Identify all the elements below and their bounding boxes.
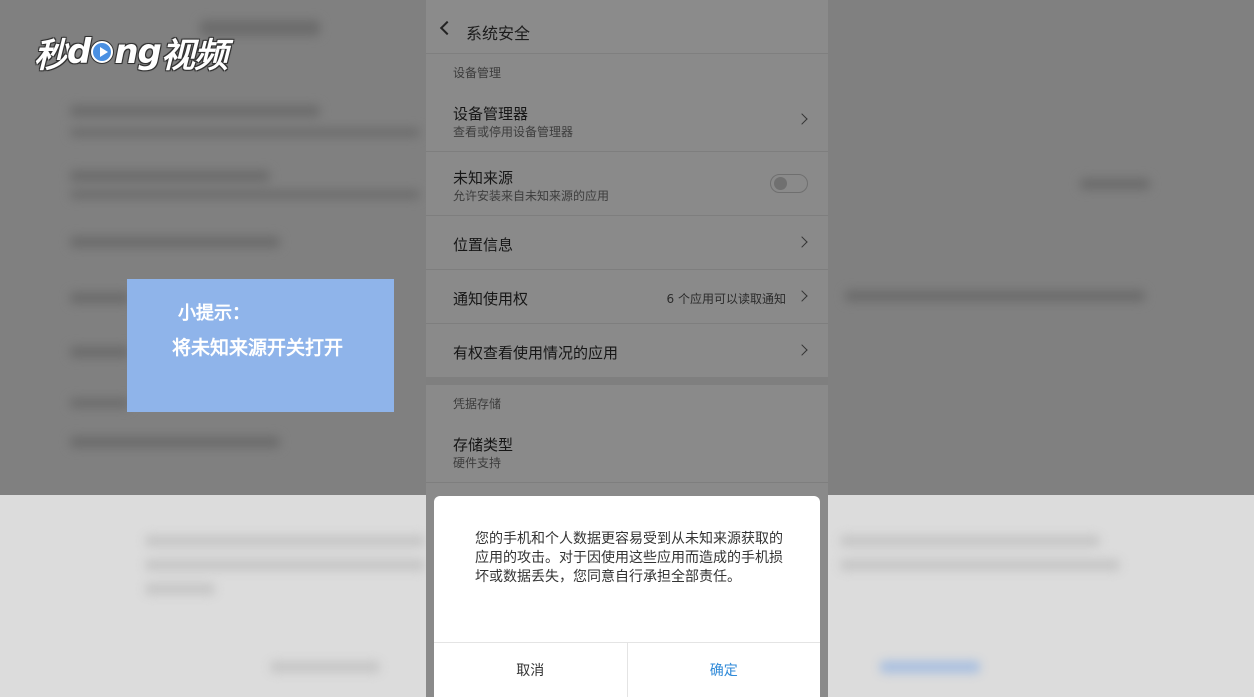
row-subtitle: 允许安装来自未知来源的应用 — [453, 189, 610, 203]
bg-line — [270, 661, 380, 673]
bg-line — [70, 236, 280, 248]
settings-row-storage-type[interactable]: 存储类型 硬件支持 — [426, 419, 828, 483]
dialog-message: 您的手机和个人数据更容易受到从未知来源获取的应用的攻击。对于因使用这些应用而造成… — [475, 531, 783, 585]
tip-text: 将未知来源开关打开 — [172, 337, 344, 359]
bg-line — [70, 128, 420, 137]
section-divider — [426, 377, 828, 385]
logo-text-suffix: 视频 — [160, 35, 228, 76]
bg-line — [70, 190, 420, 199]
bg-line — [145, 535, 425, 547]
settings-row-unknown-sources[interactable]: 未知来源 允许安装来自未知来源的应用 — [426, 152, 828, 216]
row-title: 有权查看使用情况的应用 — [453, 344, 619, 362]
bg-line — [70, 170, 270, 182]
bg-line — [840, 559, 1120, 571]
row-title: 未知来源 — [453, 169, 514, 187]
section-label-device-management: 设备管理 — [453, 66, 502, 80]
logo-text-prefix: 秒 — [34, 35, 68, 76]
row-subtitle: 硬件支持 — [453, 456, 502, 470]
logo-text-d: d — [67, 32, 91, 72]
settings-row-device-admin[interactable]: 设备管理器 查看或停用设备管理器 — [426, 88, 828, 152]
bg-line — [70, 292, 130, 304]
bg-line — [70, 105, 320, 117]
bg-line — [145, 583, 215, 595]
bg-line — [840, 535, 1100, 547]
bg-line — [70, 436, 280, 448]
chevron-right-icon — [796, 113, 808, 125]
row-title: 设备管理器 — [453, 105, 529, 123]
settings-row-usage-access[interactable]: 有权查看使用情况的应用 — [426, 324, 828, 377]
unknown-sources-toggle[interactable] — [770, 174, 808, 193]
tip-title: 小提示： — [178, 303, 250, 324]
brand-logo: 秒 d ng 视频 — [34, 28, 228, 76]
cancel-button[interactable]: 取消 — [434, 643, 628, 697]
settings-row-notification-access[interactable]: 通知使用权 6 个应用可以读取通知 — [426, 270, 828, 324]
row-value: 6 个应用可以读取通知 — [666, 292, 786, 306]
bg-line — [845, 290, 1145, 302]
row-title: 位置信息 — [453, 236, 514, 254]
confirm-button[interactable]: 确定 — [628, 643, 821, 697]
logo-text-ng: ng — [114, 32, 162, 72]
bg-line — [70, 346, 130, 358]
play-icon — [91, 41, 114, 63]
bg-line — [1080, 178, 1150, 190]
bg-line — [880, 661, 980, 673]
chevron-right-icon — [796, 290, 808, 302]
unknown-sources-warning-dialog: 您的手机和个人数据更容易受到从未知来源获取的应用的攻击。对于因使用这些应用而造成… — [434, 496, 820, 697]
chevron-right-icon — [796, 236, 808, 248]
dialog-actions: 取消 确定 — [434, 642, 820, 697]
page-title: 系统安全 — [466, 24, 531, 43]
row-subtitle: 查看或停用设备管理器 — [453, 125, 574, 139]
back-arrow-icon[interactable] — [439, 20, 455, 36]
chevron-right-icon — [796, 344, 808, 356]
row-title: 存储类型 — [453, 436, 514, 454]
tip-box: 小提示： 将未知来源开关打开 — [127, 279, 394, 412]
settings-row-location[interactable]: 位置信息 — [426, 216, 828, 270]
app-header: 系统安全 — [426, 0, 828, 54]
bg-line — [70, 398, 130, 408]
section-label-credential-storage: 凭据存储 — [453, 397, 502, 411]
toggle-knob — [774, 177, 787, 190]
row-title: 通知使用权 — [453, 290, 529, 308]
bg-line — [145, 559, 425, 571]
